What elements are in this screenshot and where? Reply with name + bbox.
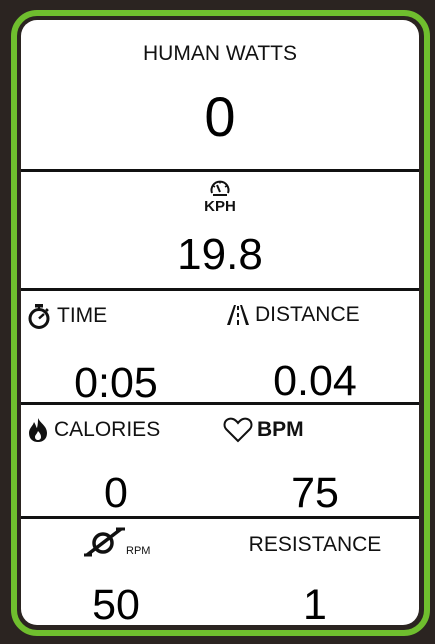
distance-label: DISTANCE (255, 303, 360, 326)
time-block: TIME 0:05 (21, 303, 211, 408)
road-icon (225, 304, 251, 326)
calories-value: 0 (104, 469, 128, 517)
calories-bpm-section: CALORIES 0 BPM 75 (21, 405, 419, 518)
bpm-label: BPM (257, 418, 304, 441)
speed-value: 19.8 (177, 230, 263, 279)
flame-icon (27, 417, 49, 443)
stopwatch-icon (27, 303, 51, 329)
distance-block: DISTANCE 0.04 (211, 303, 419, 406)
bpm-value: 75 (291, 469, 339, 517)
rpm-resistance-section: RPM 50 RESISTANCE 1 (21, 519, 419, 625)
time-label: TIME (57, 304, 108, 327)
stats-panel: HUMAN WATTS 0 KPH 19.8 TIME 0:05 DISTANC… (21, 20, 419, 625)
time-value: 0:05 (74, 359, 158, 407)
speedometer-icon (21, 178, 419, 198)
resistance-block: RESISTANCE 1 (211, 533, 419, 625)
watts-label: HUMAN WATTS (143, 42, 297, 65)
speed-unit: KPH (204, 198, 236, 215)
distance-value: 0.04 (273, 357, 357, 405)
watts-section: HUMAN WATTS 0 (21, 20, 419, 170)
watts-value: 0 (204, 85, 236, 148)
resistance-value: 1 (303, 581, 327, 625)
heart-icon (223, 417, 253, 443)
speed-section: KPH 19.8 (21, 172, 419, 288)
resistance-label: RESISTANCE (248, 533, 382, 556)
calories-label: CALORIES (54, 418, 161, 441)
rpm-block: RPM 50 (21, 527, 211, 625)
calories-block: CALORIES 0 (21, 417, 211, 518)
rpm-label: RPM (126, 545, 151, 557)
pedal-rpm-icon (83, 527, 127, 557)
time-distance-section: TIME 0:05 DISTANCE 0.04 (21, 291, 419, 407)
bpm-block: BPM 75 (211, 417, 419, 518)
rpm-value: 50 (92, 581, 140, 625)
